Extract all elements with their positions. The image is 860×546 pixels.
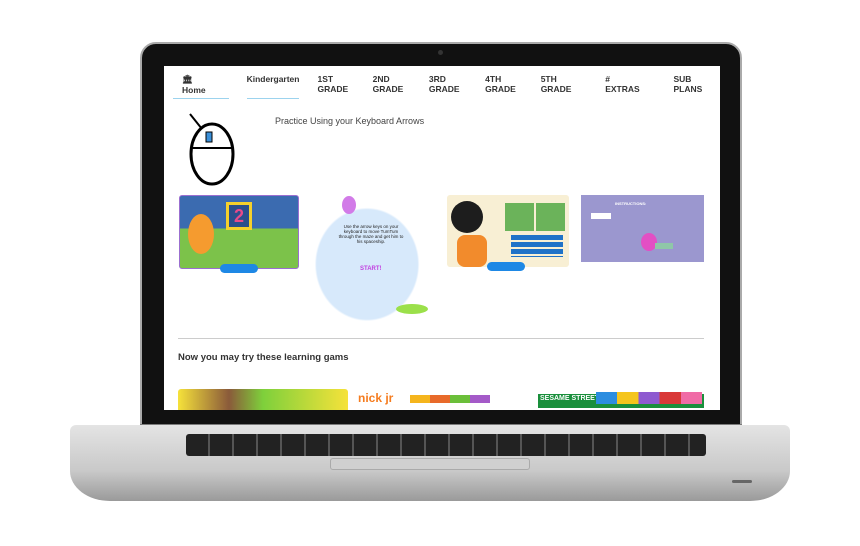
laptop-screen: 🏛 Home Kindergarten 1ST GRADE 2ND GRADE … xyxy=(164,66,720,410)
start-button[interactable] xyxy=(655,243,673,249)
game-thumbnail-4[interactable]: INSTRUCTIONS: xyxy=(581,195,704,262)
page-heading: Practice Using your Keyboard Arrows xyxy=(275,116,425,126)
boy-shirt xyxy=(457,235,487,267)
nav-home[interactable]: 🏛 Home xyxy=(172,74,229,99)
instructions-title: INSTRUCTIONS: xyxy=(615,201,647,206)
nav-label: EXTRAS xyxy=(605,84,640,94)
nav-5th-grade[interactable]: 5TH GRADE xyxy=(541,74,579,99)
game-thumbnail-1[interactable]: 2 xyxy=(179,195,299,269)
number-card: 2 xyxy=(226,202,252,230)
nav-1st-grade[interactable]: 1ST GRADE xyxy=(317,74,354,99)
sesame-menu xyxy=(596,392,702,404)
keyboard xyxy=(186,434,706,456)
divider xyxy=(178,338,704,339)
nickjr-logo: nick jr xyxy=(358,391,394,405)
nav-sub-plans[interactable]: SUB PLANS xyxy=(673,74,711,99)
game-thumbnail-2[interactable]: Use the arrow keys on your keyboard to m… xyxy=(314,194,432,322)
nav-kindergarten[interactable]: Kindergarten xyxy=(246,74,300,99)
sesame-street-logo: SESAME STREET xyxy=(540,395,600,402)
section-heading: Now you may try these learning gams xyxy=(178,352,349,363)
picture-cards xyxy=(505,203,565,231)
tumtum-character xyxy=(342,196,356,214)
character xyxy=(188,214,214,254)
nav-label: Home xyxy=(181,85,206,95)
learning-game-sesame-street[interactable]: SESAME STREET xyxy=(538,389,704,410)
computer-mouse-icon xyxy=(189,113,235,186)
nav-2nd-grade[interactable]: 2ND GRADE xyxy=(373,74,411,99)
play-button[interactable] xyxy=(487,262,525,271)
nav-extras[interactable]: # EXTRAS xyxy=(596,74,655,99)
status-light xyxy=(732,480,752,483)
trackpad xyxy=(330,458,530,470)
boy-character xyxy=(451,201,483,233)
learning-game-1[interactable] xyxy=(178,389,348,410)
level-buttons xyxy=(511,235,563,257)
nickjr-menu xyxy=(410,395,490,403)
webcam xyxy=(438,50,443,55)
spaceship xyxy=(396,304,428,314)
nav-3rd-grade[interactable]: 3RD GRADE xyxy=(429,74,467,99)
game-thumbnail-3[interactable] xyxy=(447,195,569,267)
learning-game-nickjr[interactable]: nick jr xyxy=(358,389,528,410)
start-button[interactable]: START! xyxy=(360,266,382,272)
nav-4th-grade[interactable]: 4TH GRADE xyxy=(485,74,523,99)
arrow-keys-icon xyxy=(591,213,611,219)
maze-instructions: Use the arrow keys on your keyboard to m… xyxy=(338,224,404,244)
play-button[interactable] xyxy=(220,264,258,273)
main-nav: 🏛 Home Kindergarten 1ST GRADE 2ND GRADE … xyxy=(164,74,720,99)
